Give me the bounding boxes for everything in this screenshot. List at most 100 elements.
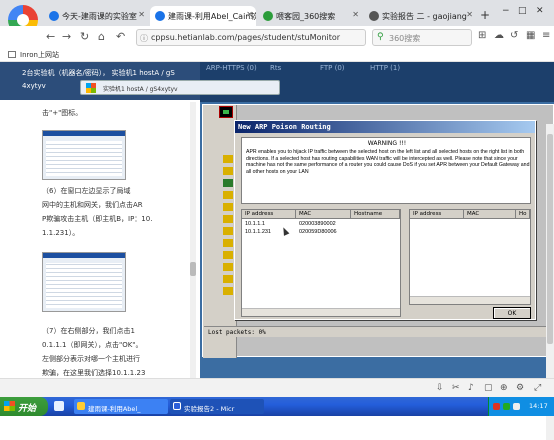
folder-icon[interactable] bbox=[223, 215, 233, 223]
undo-icon[interactable]: ↺ bbox=[510, 30, 518, 41]
folder-icon[interactable] bbox=[223, 239, 233, 247]
warning-text: APR enables you to hijack IP traffic bet… bbox=[246, 149, 530, 175]
column-header[interactable]: MAC bbox=[464, 210, 516, 219]
ip-cell: 10.1.1.231 bbox=[245, 229, 271, 235]
network-icon[interactable] bbox=[223, 179, 233, 187]
instruction-text: 击"+"图标。 bbox=[42, 109, 83, 117]
speaker-icon[interactable]: ♪ bbox=[468, 383, 474, 393]
search-input[interactable]: ⚲ 360搜索 bbox=[372, 29, 472, 46]
close-icon[interactable]: ✕ bbox=[246, 10, 253, 19]
close-icon[interactable]: ✕ bbox=[466, 10, 473, 19]
bookmarks-bar: Inron上网站 bbox=[0, 48, 554, 62]
address-bar[interactable]: ⓘ cppsu.hetianlab.com/pages/student/stuM… bbox=[136, 29, 366, 46]
close-icon[interactable]: ✕ bbox=[352, 10, 359, 19]
tab-favicon-icon bbox=[263, 11, 273, 21]
ip-cell: 10.1.1.1 bbox=[245, 221, 265, 227]
folder-icon[interactable] bbox=[223, 263, 233, 271]
folder-icon[interactable] bbox=[223, 227, 233, 235]
home-icon[interactable]: ⌂ bbox=[98, 30, 105, 43]
taskbar-item[interactable]: 建雨课-利用Abel_ bbox=[74, 399, 168, 414]
close-icon[interactable]: ✕ bbox=[138, 10, 145, 19]
paragraph-line: 网中的主机和网关，我们点击AR bbox=[42, 201, 143, 209]
paragraph-line: P欺骗攻击主机（即主机B，IP：10. bbox=[42, 215, 153, 223]
tab-label: 喂客园_360搜索 bbox=[276, 12, 336, 21]
tray-icon[interactable] bbox=[513, 403, 520, 410]
windows-logo-icon bbox=[86, 83, 96, 93]
tab-label: 实验报告 二 - gaojiang bbox=[382, 12, 467, 21]
screenshot-thumbnail[interactable] bbox=[42, 130, 126, 180]
column-header[interactable]: IP address bbox=[242, 210, 296, 219]
ok-button[interactable]: OK bbox=[493, 307, 531, 319]
folder-icon[interactable] bbox=[223, 167, 233, 175]
paragraph-line: 0.1.1.1（即网关），点击"OK"。 bbox=[42, 341, 143, 349]
remote-machine-bar[interactable]: 实验机1 hostA / gS4xytyv bbox=[80, 80, 280, 95]
taskbar: 开始 建雨课-利用Abel_ 实验报告2 - Micr 14:17 bbox=[0, 397, 554, 416]
quick-launch-icon[interactable] bbox=[54, 401, 64, 411]
folder-icon[interactable] bbox=[223, 275, 233, 283]
cloud-icon[interactable]: ☁ bbox=[494, 30, 504, 41]
horizontal-scrollbar[interactable] bbox=[242, 308, 400, 316]
windows-logo-icon bbox=[4, 401, 15, 411]
paragraph-7: （7）在右侧部分，我们点击1 0.1.1.1（即网关），点击"OK"。 左侧部分… bbox=[42, 324, 145, 380]
column-header[interactable]: Ho bbox=[516, 210, 530, 219]
back-icon[interactable]: ← bbox=[46, 30, 55, 43]
tray-icon[interactable] bbox=[503, 403, 510, 410]
mac-cell: 020003890002 bbox=[299, 221, 336, 227]
left-host-list[interactable]: IP address MAC Hostname 10.1.1.1 0200038… bbox=[241, 209, 401, 317]
download-icon[interactable]: ⇩ bbox=[436, 383, 444, 393]
panel-scroll-thumb[interactable] bbox=[190, 262, 196, 276]
paragraph-6: （6）在窗口左边显示了局域 网中的主机和网关，我们点击AR P欺骗攻击主机（即主… bbox=[42, 184, 152, 240]
screenshot-thumbnail[interactable] bbox=[42, 252, 126, 312]
ghost-tab: FTP (0) bbox=[320, 64, 345, 72]
panel-scrollbar[interactable] bbox=[190, 102, 196, 397]
tab-1[interactable]: 今天-建雨课的实验室 ✕ bbox=[44, 6, 148, 26]
fullscreen-icon[interactable]: ⤢ bbox=[534, 383, 541, 393]
window-icon[interactable]: ▢ bbox=[484, 383, 493, 393]
forward-icon[interactable]: → bbox=[62, 30, 71, 43]
folder-icon bbox=[8, 51, 16, 58]
history-icon[interactable]: ↶ bbox=[116, 30, 125, 43]
reload-icon[interactable]: ↻ bbox=[80, 30, 89, 43]
clock: 14:17 bbox=[529, 402, 548, 410]
arp-poison-dialog: New ARP Poison Routing WARNING !!! APR e… bbox=[234, 120, 536, 320]
tab-3[interactable]: 喂客园_360搜索 ✕ bbox=[258, 6, 362, 26]
zoom-icon[interactable]: ⊕ bbox=[500, 383, 508, 393]
screenshot-icon[interactable]: ✂ bbox=[452, 383, 460, 393]
column-header[interactable]: MAC bbox=[296, 210, 351, 219]
browser-status-bar: ⇩ ✂ ♪ ▢ ⊕ ⚙ ⤢ bbox=[0, 378, 554, 397]
folder-icon[interactable] bbox=[223, 155, 233, 163]
folder-icon[interactable] bbox=[223, 203, 233, 211]
tray-icon[interactable] bbox=[493, 403, 500, 410]
grid-icon[interactable]: ⊞ bbox=[478, 30, 486, 41]
column-header[interactable]: IP address bbox=[410, 210, 464, 219]
word-icon bbox=[173, 402, 181, 410]
paragraph-line: 左侧部分表示对哪一个主机进行 bbox=[42, 355, 140, 363]
menu-icon[interactable]: ≡ bbox=[542, 30, 550, 41]
dialog-title: New ARP Poison Routing bbox=[235, 121, 535, 133]
start-button[interactable]: 开始 bbox=[0, 397, 48, 416]
warning-box: WARNING !!! APR enables you to hijack IP… bbox=[241, 137, 531, 204]
minimize-button[interactable]: − bbox=[502, 6, 510, 16]
close-window-button[interactable]: ✕ bbox=[536, 6, 544, 16]
paragraph-line: 1.1.231）。 bbox=[42, 229, 80, 237]
right-host-list[interactable]: IP address MAC Ho bbox=[409, 209, 531, 305]
start-label: 开始 bbox=[18, 404, 37, 414]
paragraph-line: （7）在右侧部分，我们点击1 bbox=[42, 327, 135, 335]
page-scroll-thumb[interactable] bbox=[547, 134, 553, 344]
tab-4[interactable]: 实验报告 二 - gaojiang ✕ bbox=[364, 6, 476, 26]
horizontal-scrollbar[interactable] bbox=[410, 296, 530, 304]
folder-icon[interactable] bbox=[223, 191, 233, 199]
taskbar-item[interactable]: 实验报告2 - Micr bbox=[170, 399, 264, 414]
new-tab-button[interactable]: + bbox=[480, 8, 490, 22]
folder-icon[interactable] bbox=[223, 287, 233, 295]
bookmark-item[interactable]: Inron上网站 bbox=[20, 50, 59, 60]
browser-toolbar: ← → ↻ ⌂ ↶ ⓘ cppsu.hetianlab.com/pages/st… bbox=[0, 26, 554, 48]
tab-2[interactable]: 建雨课-利用Abel_Cain软 ✕ bbox=[150, 6, 256, 26]
column-header[interactable]: Hostname bbox=[351, 210, 400, 219]
settings-icon[interactable]: ⚙ bbox=[516, 383, 524, 393]
remote-machine-label: 实验机1 hostA / gS4xytyv bbox=[103, 86, 178, 93]
folder-icon[interactable] bbox=[223, 251, 233, 259]
extensions-icon[interactable]: ▦ bbox=[526, 30, 535, 41]
maximize-button[interactable]: □ bbox=[518, 6, 527, 16]
cain-status-bar: Lost packets: 0% bbox=[204, 326, 552, 337]
